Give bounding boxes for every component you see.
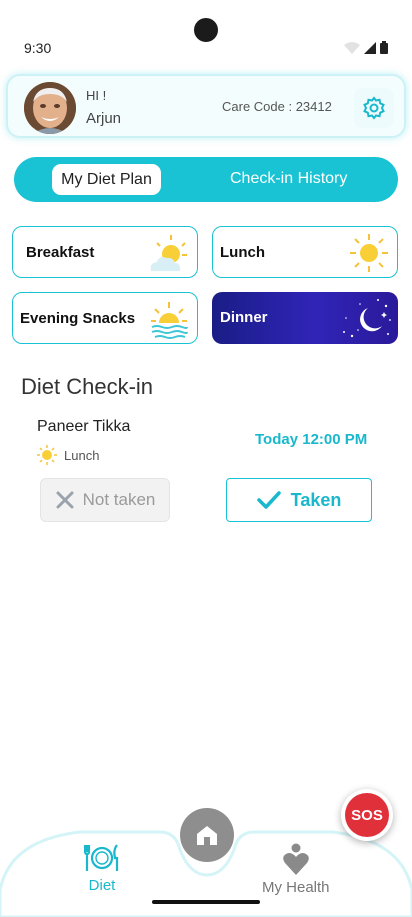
diet-plan-screen: 9:30 HI ! Arjun Care Code : 23412 My Die… bbox=[0, 0, 412, 917]
taken-label: Taken bbox=[290, 489, 342, 510]
diet-checkin-title: Diet Check-in bbox=[21, 374, 154, 399]
nav-diet[interactable]: Diet bbox=[84, 842, 120, 894]
diet-plate-icon bbox=[84, 844, 119, 871]
meal-label-lunch: Lunch bbox=[220, 244, 265, 261]
status-time: 9:30 bbox=[24, 40, 52, 56]
close-icon bbox=[56, 491, 74, 509]
dish-name: Paneer Tikka bbox=[37, 418, 131, 435]
home-icon bbox=[197, 826, 217, 845]
nav-diet-label: Diet bbox=[88, 877, 116, 894]
sos-button[interactable]: SOS bbox=[341, 789, 393, 841]
elderly-man-avatar-icon bbox=[24, 82, 76, 134]
sun-icon bbox=[350, 234, 388, 272]
meal-type-label: Lunch bbox=[64, 447, 100, 463]
nav-my-health[interactable]: My Health bbox=[262, 843, 330, 896]
health-heart-icon bbox=[282, 843, 309, 875]
profile-card: HI ! Arjun Care Code : 23412 bbox=[6, 74, 406, 138]
sun-cloud-icon bbox=[150, 235, 187, 271]
home-button[interactable] bbox=[180, 808, 234, 862]
signal-icon bbox=[364, 42, 376, 54]
check-icon bbox=[256, 491, 281, 509]
meal-label-dinner: Dinner bbox=[220, 309, 268, 326]
taken-button[interactable]: Taken bbox=[226, 478, 372, 522]
plan-tabs: My Diet Plan Check-in History bbox=[14, 157, 398, 202]
nav-my-health-label: My Health bbox=[262, 879, 330, 896]
status-icons bbox=[344, 41, 388, 54]
settings-button[interactable] bbox=[354, 88, 394, 128]
meal-type: Lunch bbox=[36, 444, 99, 466]
meal-card-evening-snacks[interactable]: Evening Snacks bbox=[12, 292, 198, 344]
care-code: Care Code : 23412 bbox=[222, 99, 332, 114]
sos-label: SOS bbox=[345, 793, 389, 837]
meal-card-lunch[interactable]: Lunch bbox=[212, 226, 398, 278]
gear-icon bbox=[363, 96, 385, 120]
home-indicator bbox=[152, 900, 260, 904]
greeting-text: HI ! bbox=[86, 88, 107, 103]
meal-card-breakfast[interactable]: Breakfast bbox=[12, 226, 198, 278]
camera-cutout bbox=[194, 18, 218, 42]
sun-icon bbox=[37, 445, 57, 465]
tab-my-diet-plan[interactable]: My Diet Plan bbox=[52, 164, 161, 195]
moon-stars-icon bbox=[343, 299, 391, 338]
checkin-time: Today 12:00 PM bbox=[255, 431, 368, 448]
avatar[interactable] bbox=[24, 82, 76, 134]
wifi-icon bbox=[344, 42, 360, 54]
not-taken-label: Not taken bbox=[82, 490, 156, 509]
user-name: Arjun bbox=[86, 110, 122, 127]
meal-card-dinner[interactable]: Dinner bbox=[212, 292, 398, 344]
battery-icon bbox=[380, 41, 388, 54]
meal-label-evening-snacks: Evening Snacks bbox=[20, 310, 136, 327]
not-taken-button[interactable]: Not taken bbox=[40, 478, 170, 522]
meal-label-breakfast: Breakfast bbox=[26, 244, 95, 261]
tab-check-in-history[interactable]: Check-in History bbox=[230, 170, 347, 188]
sunset-icon bbox=[151, 302, 188, 339]
